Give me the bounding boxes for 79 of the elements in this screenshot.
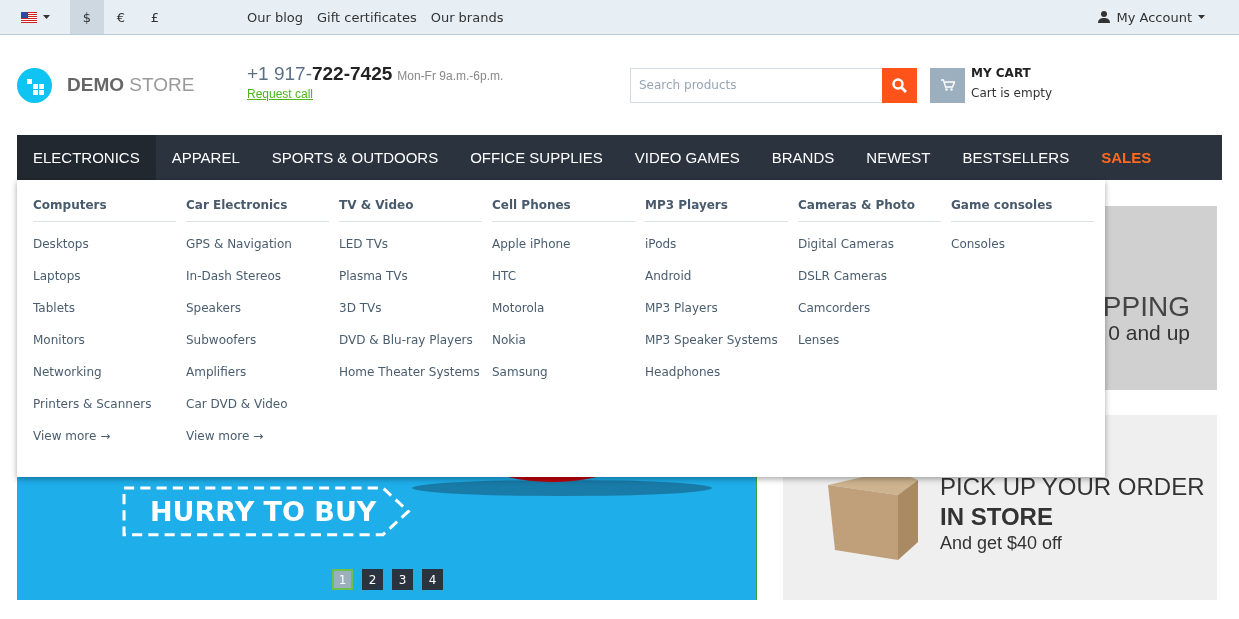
category-link[interactable]: Samsung — [492, 364, 548, 380]
account-button[interactable]: My Account — [1092, 8, 1211, 26]
category-link[interactable]: Nokia — [492, 332, 526, 348]
category-link[interactable]: DSLR Cameras — [798, 268, 888, 284]
banner-text: 0 and up — [1108, 321, 1190, 346]
banner-text: And get $40 off — [940, 532, 1063, 555]
logo-text: DEMO STORE — [67, 74, 195, 96]
category-link[interactable]: Laptops — [33, 268, 81, 284]
category-link[interactable]: Camcorders — [798, 300, 871, 316]
category-link[interactable]: Tablets — [33, 300, 75, 316]
category-link[interactable]: Apple iPhone — [492, 236, 571, 252]
caret-icon — [1198, 15, 1205, 19]
category-link[interactable]: MP3 Speaker Systems — [645, 332, 778, 348]
currency-button[interactable]: € — [104, 0, 138, 34]
category-link[interactable]: GPS & Navigation — [186, 236, 292, 252]
category-link[interactable]: LED TVs — [339, 236, 389, 252]
category-link[interactable]: Home Theater Systems — [339, 364, 480, 380]
slide-page-button[interactable]: 3 — [392, 569, 413, 590]
nav-item[interactable]: SALES — [1085, 135, 1168, 180]
category-heading[interactable]: Game consoles — [951, 198, 1094, 222]
category-heading[interactable]: Cameras & Photo — [798, 198, 941, 222]
cart-icon — [940, 79, 955, 91]
category-link[interactable]: DVD & Blu-ray Players — [339, 332, 473, 348]
banner-heading: PPING — [1102, 292, 1190, 322]
category-link[interactable]: Networking — [33, 364, 102, 380]
banner-text: IN STORE — [940, 502, 1054, 532]
category-heading[interactable]: MP3 Players — [645, 198, 788, 222]
category-heading[interactable]: TV & Video — [339, 198, 482, 222]
category-link[interactable]: Digital Cameras — [798, 236, 895, 252]
search-field[interactable]: Search products — [630, 67, 882, 103]
currency-button[interactable]: $ — [70, 0, 104, 34]
category-link[interactable]: Printers & Scanners — [33, 396, 152, 412]
category-link[interactable]: Monitors — [33, 332, 85, 348]
category-link[interactable]: Plasma TVs — [339, 268, 408, 284]
category-link[interactable]: Car DVD & Video — [186, 396, 288, 412]
view-more-link[interactable]: View more → — [33, 428, 111, 444]
currency-button[interactable]: £ — [138, 0, 172, 34]
category-link[interactable]: Headphones — [645, 364, 721, 380]
nav-item[interactable]: BESTSELLERS — [946, 135, 1086, 180]
banner-text: PICK UP YOUR ORDER — [940, 472, 1205, 502]
user-icon — [1098, 11, 1111, 23]
nav-item[interactable]: ELECTRONICS — [17, 135, 156, 180]
nav-item[interactable]: BRANDS — [755, 135, 851, 180]
caret-icon — [42, 15, 50, 19]
slide-page-button[interactable]: 4 — [422, 569, 443, 590]
category-link[interactable]: iPods — [645, 236, 677, 252]
category-link[interactable]: Speakers — [186, 300, 242, 316]
flag-icon — [20, 11, 37, 23]
category-heading[interactable]: Car Electronics — [186, 198, 329, 222]
category-link[interactable]: Android — [645, 268, 692, 284]
category-link[interactable]: Amplifiers — [186, 364, 247, 380]
category-link[interactable]: 3D TVs — [339, 300, 382, 316]
nav-item[interactable]: NEWEST — [850, 135, 947, 180]
category-link[interactable]: Subwoofers — [186, 332, 257, 348]
category-link[interactable]: Lenses — [798, 332, 840, 348]
cart-title: MY CART — [971, 65, 1032, 80]
logo-icon — [17, 67, 52, 103]
search-button[interactable] — [882, 67, 917, 103]
cart-button[interactable] — [930, 67, 965, 103]
top-link[interactable]: Our brands — [430, 9, 504, 25]
category-link[interactable]: HTC — [492, 268, 517, 284]
search-icon — [892, 77, 907, 93]
category-link[interactable]: In-Dash Stereos — [186, 268, 282, 284]
nav-item[interactable]: APPAREL — [155, 135, 256, 180]
nav-item[interactable]: OFFICE SUPPLIES — [454, 135, 619, 180]
phone-number: +1 917-722-7425 Mon-Fr 9a.m.-6p.m. — [247, 63, 505, 85]
category-link[interactable]: MP3 Players — [645, 300, 718, 316]
category-link[interactable]: Consoles — [951, 236, 1005, 252]
nav-item[interactable]: SPORTS & OUTDOORS — [255, 135, 455, 180]
nav-item[interactable]: VIDEO GAMES — [618, 135, 756, 180]
category-link[interactable]: Motorola — [492, 300, 545, 316]
cart-status: Cart is empty — [971, 85, 1053, 100]
top-link[interactable]: Gift certificates — [317, 9, 417, 25]
top-link[interactable]: Our blog — [247, 9, 304, 25]
category-heading[interactable]: Cell Phones — [492, 198, 635, 222]
view-more-link[interactable]: View more → — [186, 428, 264, 444]
category-link[interactable]: Desktops — [33, 236, 89, 252]
category-heading[interactable]: Computers — [33, 198, 176, 222]
slide-page-button[interactable]: 2 — [362, 569, 383, 590]
